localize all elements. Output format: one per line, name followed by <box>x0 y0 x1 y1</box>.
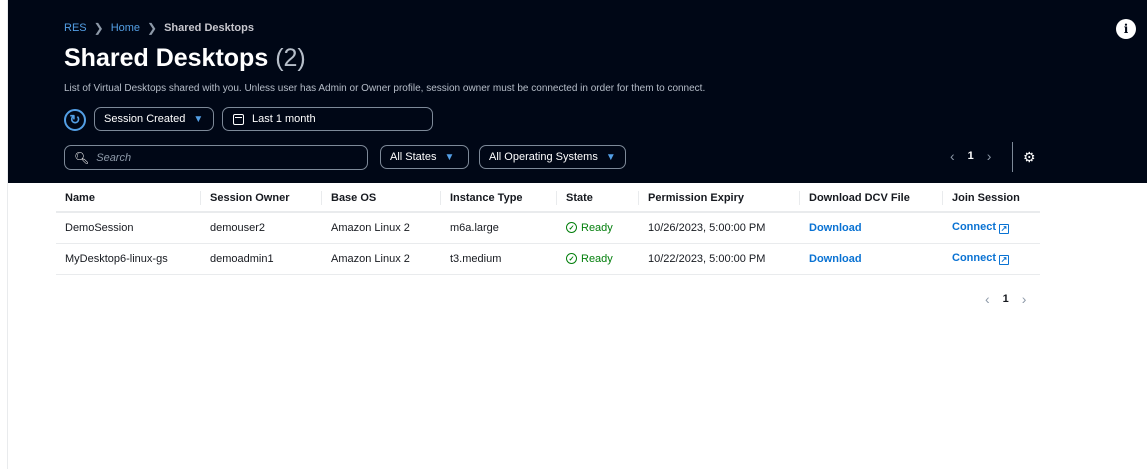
column-header-label: Name <box>65 191 95 204</box>
column-header-label: Download DCV File <box>809 191 910 204</box>
column-header-join[interactable]: Join Session <box>943 184 1040 213</box>
check-circle-icon: ✓ <box>566 222 577 234</box>
refresh-button[interactable]: ↻ <box>64 109 86 131</box>
column-header-owner[interactable]: Session Owner <box>201 184 322 213</box>
calendar-icon <box>233 113 244 125</box>
page-number[interactable]: 1 <box>968 150 974 162</box>
download-link[interactable]: Download <box>809 253 862 265</box>
os-select[interactable]: All Operating Systems ▼ <box>479 145 626 169</box>
page-description: List of Virtual Desktops shared with you… <box>64 83 706 94</box>
column-header-label: Join Session <box>952 191 1020 204</box>
connect-link[interactable]: Connect ↗ <box>952 221 1009 235</box>
page-number[interactable]: 1 <box>1003 293 1009 305</box>
search-placeholder: Search <box>96 151 132 164</box>
connect-link[interactable]: Connect ↗ <box>952 252 1009 265</box>
breadcrumb-home[interactable]: Home <box>111 22 140 34</box>
date-field-select[interactable]: Session Created ▼ <box>94 107 214 131</box>
cell-instance: m6a.large <box>441 212 557 244</box>
page-title-count: (2) <box>275 44 306 72</box>
status-badge: ✓ Ready <box>566 253 630 265</box>
column-header-os[interactable]: Base OS <box>322 184 441 213</box>
next-page-icon[interactable]: › <box>1022 291 1027 307</box>
column-header-label: State <box>566 191 593 204</box>
breadcrumb: RES ❯ Home ❯ Shared Desktops <box>64 21 254 35</box>
refresh-icon: ↻ <box>69 112 81 127</box>
cell-owner: demouser2 <box>201 212 322 244</box>
caret-down-icon: ▼ <box>193 113 204 125</box>
page-title: Shared Desktops (2) <box>64 44 306 73</box>
info-icon[interactable]: i <box>1116 19 1136 39</box>
cell-os: Amazon Linux 2 <box>322 212 441 244</box>
cell-download: Download <box>800 243 943 275</box>
check-circle-icon: ✓ <box>566 253 577 264</box>
next-page-icon[interactable]: › <box>987 148 992 164</box>
states-select[interactable]: All States ▼ <box>380 145 469 169</box>
cell-instance: t3.medium <box>441 243 557 275</box>
cell-join: Connect ↗ <box>943 212 1040 244</box>
column-header-download[interactable]: Download DCV File <box>800 184 943 213</box>
column-header-label: Permission Expiry <box>648 191 744 204</box>
external-link-icon: ↗ <box>999 224 1009 235</box>
settings-gear-icon[interactable]: ⚙ <box>1023 149 1036 166</box>
cell-download: Download <box>800 212 943 244</box>
caret-down-icon: ▼ <box>605 151 616 163</box>
pagination-bottom: ‹ 1 › <box>985 291 1026 307</box>
page: RES ❯ Home ❯ Shared Desktops i Shared De… <box>0 0 1147 469</box>
search-input[interactable]: 🔍︎ Search <box>64 145 368 170</box>
cell-join: Connect ↗ <box>943 243 1040 275</box>
table-row: MyDesktop6-linux-gs demoadmin1 Amazon Li… <box>56 243 1040 275</box>
column-header-state[interactable]: State <box>557 184 639 213</box>
breadcrumb-current: Shared Desktops <box>164 22 254 34</box>
column-header-instance[interactable]: Instance Type <box>441 184 557 213</box>
pagination-top: ‹ 1 › <box>950 148 991 164</box>
cell-expiry: 10/22/2023, 5:00:00 PM <box>639 243 800 275</box>
chevron-right-icon: ❯ <box>93 21 104 35</box>
download-link[interactable]: Download <box>809 222 862 234</box>
table-row: DemoSession demouser2 Amazon Linux 2 m6a… <box>56 212 1040 244</box>
os-label: All Operating Systems <box>489 151 598 163</box>
status-badge: ✓ Ready <box>566 222 630 234</box>
search-icon: 🔍︎ <box>74 150 90 165</box>
cell-os: Amazon Linux 2 <box>322 243 441 275</box>
states-label: All States <box>390 151 437 163</box>
cell-name: MyDesktop6-linux-gs <box>56 243 201 275</box>
page-title-text: Shared Desktops <box>64 44 269 72</box>
column-header-name[interactable]: Name <box>56 184 201 213</box>
previous-page-icon[interactable]: ‹ <box>985 291 990 307</box>
divider <box>1012 142 1013 172</box>
cell-state: ✓ Ready <box>557 212 639 244</box>
date-range-label: Last 1 month <box>252 113 316 125</box>
state-label: Ready <box>581 221 613 234</box>
date-field-label: Session Created <box>104 113 186 125</box>
column-header-label: Session Owner <box>210 191 290 204</box>
column-header-label: Instance Type <box>450 191 523 204</box>
column-header-label: Base OS <box>331 191 377 204</box>
shared-desktops-table: Name Session Owner Base OS Instance Type… <box>56 184 1040 275</box>
external-link-icon: ↗ <box>999 255 1009 265</box>
column-header-expiry[interactable]: Permission Expiry <box>639 184 800 213</box>
left-navigation-rail[interactable] <box>0 0 8 469</box>
table-header-row: Name Session Owner Base OS Instance Type… <box>56 184 1040 213</box>
cell-name: DemoSession <box>56 212 201 244</box>
cell-owner: demoadmin1 <box>201 243 322 275</box>
connect-label: Connect <box>952 221 996 234</box>
breadcrumb-res[interactable]: RES <box>64 22 87 34</box>
chevron-right-icon: ❯ <box>147 21 158 35</box>
connect-label: Connect <box>952 252 996 264</box>
date-range-picker[interactable]: Last 1 month <box>222 107 433 131</box>
cell-expiry: 10/26/2023, 5:00:00 PM <box>639 212 800 244</box>
cell-state: ✓ Ready <box>557 243 639 275</box>
caret-down-icon: ▼ <box>444 151 455 163</box>
previous-page-icon[interactable]: ‹ <box>950 148 955 164</box>
state-label: Ready <box>581 252 613 265</box>
